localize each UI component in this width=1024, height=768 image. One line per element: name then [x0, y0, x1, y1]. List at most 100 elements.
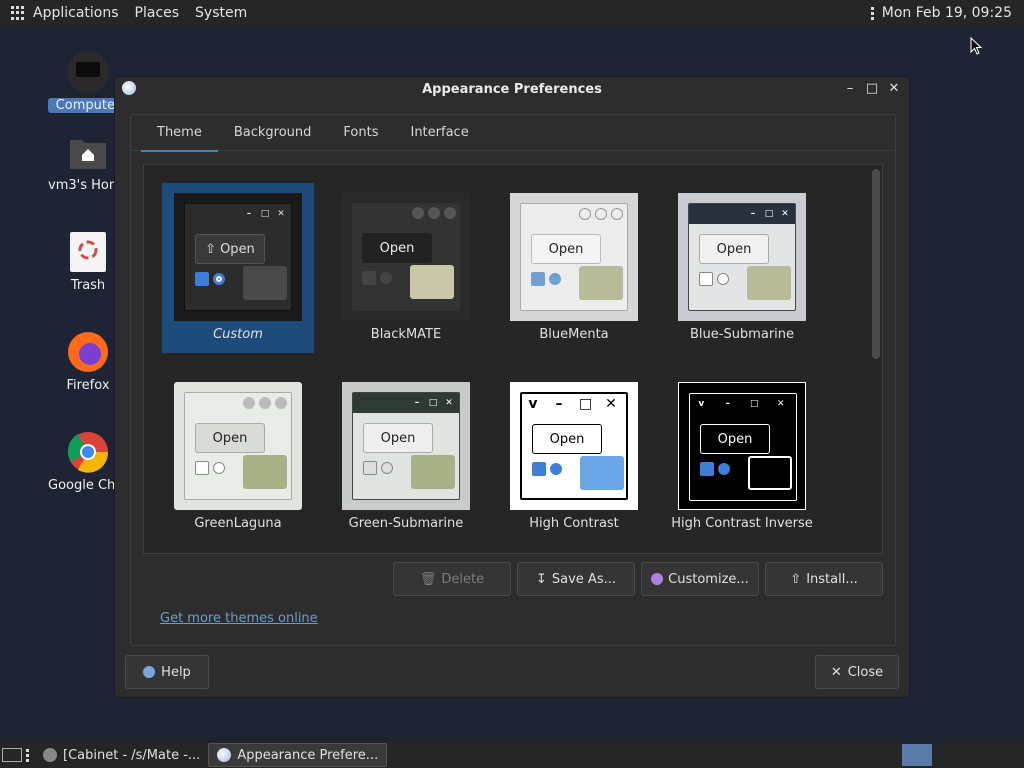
preview-open-button: ⇧ Open	[195, 234, 265, 264]
radio-icon	[717, 273, 729, 285]
theme-thumbnail: – □ ✕ Open	[342, 382, 470, 510]
delete-button[interactable]: 🗑 Delete	[393, 562, 511, 596]
theme-thumbnail: – □ ✕ Open	[678, 193, 806, 321]
get-more-themes-link[interactable]: Get more themes online	[160, 611, 318, 626]
theme-item-bluementa[interactable]: Open BlueMenta	[498, 183, 650, 353]
customize-icon	[651, 573, 664, 585]
theme-item-greenlaguna[interactable]: Open GreenLaguna	[162, 372, 314, 542]
checkbox-icon	[195, 272, 209, 286]
app-icon	[122, 81, 136, 95]
menu-system[interactable]: System	[195, 5, 247, 21]
checkbox-icon	[700, 462, 714, 476]
theme-item-green-submarine[interactable]: – □ ✕ Open Green-Submarine	[330, 372, 482, 542]
gallery-scrollbar[interactable]	[872, 169, 880, 359]
tab-frame: Theme Background Fonts Interface – □ ✕ ⇧ O…	[130, 114, 896, 646]
theme-item-high-contrast-inverse[interactable]: v – □ ✕ Open High Contrast Inverse	[666, 372, 818, 542]
close-icon: ✕	[830, 664, 842, 680]
theme-gallery: – □ ✕ ⇧ Open Custom Open BlackMATE Open …	[143, 164, 883, 554]
theme-thumbnail: v – □ ✕ Open	[678, 382, 806, 510]
radio-icon	[213, 273, 225, 285]
window-title: Appearance Preferences	[422, 81, 602, 97]
theme-thumbnail: Open	[510, 193, 638, 321]
trash-icon: 🗑	[419, 571, 437, 587]
clock[interactable]: Mon Feb 19, 09:25	[882, 5, 1012, 21]
app-icon	[217, 748, 232, 762]
theme-item-blackmate[interactable]: Open BlackMATE	[330, 183, 482, 353]
menu-places[interactable]: Places	[135, 5, 180, 21]
chrome-icon	[66, 430, 110, 474]
preview-open-button: Open	[700, 424, 770, 454]
apps-grid-icon[interactable]	[11, 6, 25, 20]
install-icon: ⇧	[790, 571, 802, 587]
task-cabinet[interactable]: [Cabinet - /s/Mate -...	[35, 743, 208, 767]
save-as-button[interactable]: ↧ Save As...	[517, 562, 635, 596]
theme-name: BlueMenta	[539, 327, 609, 342]
theme-thumbnail: Open	[174, 382, 302, 510]
close-icon[interactable]: ✕	[885, 79, 903, 97]
install-button[interactable]: ⇧ Install...	[765, 562, 883, 596]
preview-open-button: Open	[195, 423, 265, 453]
help-icon	[143, 666, 156, 678]
appearance-preferences-window: Appearance Preferences – □ ✕ Theme Backg…	[114, 76, 910, 698]
radio-icon	[549, 273, 561, 285]
tab-theme[interactable]: Theme	[141, 115, 218, 152]
folder-icon	[410, 265, 454, 299]
firefox-icon	[66, 330, 110, 374]
task-appearance-preferences[interactable]: Appearance Prefere...	[208, 743, 388, 767]
theme-item-custom[interactable]: – □ ✕ ⇧ Open Custom	[162, 183, 314, 353]
bottom-panel: [Cabinet - /s/Mate -... Appearance Prefe…	[0, 742, 1024, 768]
theme-thumbnail: v – □ ✕ Open	[510, 382, 638, 510]
checkbox-icon	[532, 462, 546, 476]
theme-item-blue-submarine[interactable]: – □ ✕ Open Blue-Submarine	[666, 183, 818, 353]
chrome-icon	[43, 748, 57, 762]
menu-applications[interactable]: Applications	[33, 5, 119, 21]
show-desktop-icon[interactable]	[2, 748, 22, 762]
top-panel: Applications Places System Mon Feb 19, 0…	[0, 0, 1024, 26]
theme-name: Green-Submarine	[348, 516, 464, 531]
folder-icon	[579, 266, 623, 300]
computer-icon	[66, 50, 110, 94]
tab-background[interactable]: Background	[218, 115, 328, 151]
radio-icon	[718, 463, 730, 475]
theme-name: High Contrast	[529, 516, 619, 531]
save-icon: ↧	[535, 571, 547, 587]
home-folder-icon	[66, 130, 110, 174]
customize-button[interactable]: Customize...	[641, 562, 759, 596]
panel-handle-icon	[26, 748, 29, 762]
trash-icon	[66, 230, 110, 274]
maximize-icon[interactable]: □	[863, 79, 881, 97]
folder-icon	[411, 455, 455, 489]
theme-item-high-contrast[interactable]: v – □ ✕ Open High Contrast	[498, 372, 650, 542]
checkbox-icon	[531, 272, 545, 286]
theme-name: Blue-Submarine	[689, 327, 795, 342]
checkbox-icon	[362, 271, 376, 285]
mouse-cursor-icon	[970, 37, 982, 55]
folder-icon	[243, 266, 287, 300]
tab-bar: Theme Background Fonts Interface	[131, 115, 895, 152]
preview-open-button: Open	[362, 233, 432, 263]
radio-icon	[550, 463, 562, 475]
tab-fonts[interactable]: Fonts	[327, 115, 394, 151]
panel-menu-icon[interactable]	[870, 6, 874, 20]
radio-icon	[380, 272, 392, 284]
folder-icon	[747, 266, 791, 300]
checkbox-icon	[195, 461, 209, 475]
checkbox-icon	[699, 272, 713, 286]
tab-interface[interactable]: Interface	[394, 115, 484, 151]
help-button[interactable]: Help	[125, 655, 209, 689]
window-titlebar[interactable]: Appearance Preferences – □ ✕	[115, 77, 909, 101]
theme-thumbnail: Open	[342, 193, 470, 321]
folder-icon	[580, 456, 624, 490]
preview-open-button: Open	[363, 423, 433, 453]
folder-icon	[243, 455, 287, 489]
folder-icon	[748, 456, 792, 490]
theme-name: High Contrast Inverse	[671, 516, 813, 531]
radio-icon	[213, 462, 225, 474]
close-button[interactable]: ✕ Close	[815, 655, 899, 689]
workspace-switcher[interactable]	[902, 744, 932, 766]
minimize-icon[interactable]: –	[841, 79, 859, 97]
theme-name: BlackMATE	[370, 327, 442, 342]
theme-thumbnail: – □ ✕ ⇧ Open	[174, 193, 302, 321]
checkbox-icon	[363, 461, 377, 475]
theme-name: Custom	[213, 327, 263, 342]
